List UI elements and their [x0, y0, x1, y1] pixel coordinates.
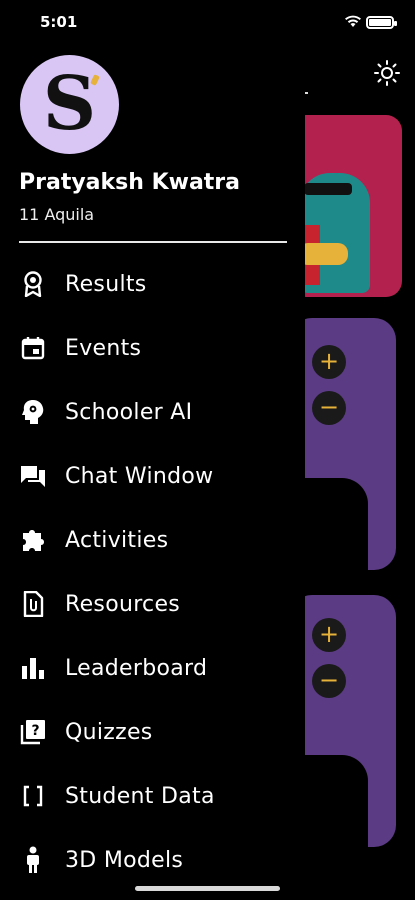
avatar-logo-letter: S — [42, 61, 97, 147]
menu-label: 3D Models — [65, 847, 184, 873]
menu-label: Chat Window — [65, 463, 214, 489]
zoom-in-button[interactable]: + — [312, 618, 346, 652]
menu-item-chat-window[interactable]: Chat Window — [0, 446, 305, 506]
bar-chart-icon — [19, 654, 47, 682]
status-icons — [312, 12, 402, 32]
brain-head-icon — [19, 398, 47, 426]
attachment-file-icon — [19, 590, 47, 618]
featured-card-image[interactable] — [290, 115, 402, 297]
theme-toggle-sun-icon[interactable] — [374, 60, 400, 86]
menu-label: Student Data — [65, 783, 215, 809]
zoom-in-button[interactable]: + — [312, 345, 346, 379]
award-icon — [19, 270, 47, 298]
menu-label: Leaderboard — [65, 655, 208, 681]
svg-text:?: ? — [31, 723, 39, 739]
menu-item-schooler-ai[interactable]: Schooler AI — [0, 382, 305, 442]
brackets-icon — [19, 782, 47, 810]
quiz-icon: ? — [19, 718, 47, 746]
home-indicator[interactable] — [135, 886, 280, 891]
menu-item-3d-models[interactable]: 3D Models — [0, 830, 305, 890]
puzzle-icon — [19, 526, 47, 554]
menu-item-student-data[interactable]: Student Data — [0, 766, 305, 826]
status-time: 5:01 — [40, 13, 78, 31]
avatar[interactable]: S — [20, 55, 119, 154]
menu-item-quizzes[interactable]: ? Quizzes — [0, 702, 305, 762]
navigation-drawer: 5:01 S Pratyaksh Kwatra 11 Aquila Result… — [0, 0, 305, 900]
menu-label: Results — [65, 271, 147, 297]
menu-item-leaderboard[interactable]: Leaderboard — [0, 638, 305, 698]
menu-item-results[interactable]: Results — [0, 254, 305, 314]
person-icon — [19, 846, 47, 874]
menu-label: Events — [65, 335, 142, 361]
battery-icon — [366, 16, 397, 29]
user-class: 11 Aquila — [19, 205, 95, 224]
mascot-glasses — [304, 183, 352, 195]
menu-item-resources[interactable]: Resources — [0, 574, 305, 634]
zoom-out-button[interactable]: − — [312, 391, 346, 425]
zoom-out-button[interactable]: − — [312, 664, 346, 698]
calendar-icon — [19, 334, 47, 362]
wifi-icon — [345, 15, 361, 27]
user-name: Pratyaksh Kwatra — [19, 170, 240, 195]
menu-label: Activities — [65, 527, 169, 553]
divider — [19, 241, 287, 243]
mascot-belt — [298, 243, 348, 265]
menu-label: Schooler AI — [65, 399, 193, 425]
menu-label: Quizzes — [65, 719, 153, 745]
menu-label: Resources — [65, 591, 181, 617]
chat-icon — [19, 462, 47, 490]
menu-item-activities[interactable]: Activities — [0, 510, 305, 570]
menu-item-events[interactable]: Events — [0, 318, 305, 378]
